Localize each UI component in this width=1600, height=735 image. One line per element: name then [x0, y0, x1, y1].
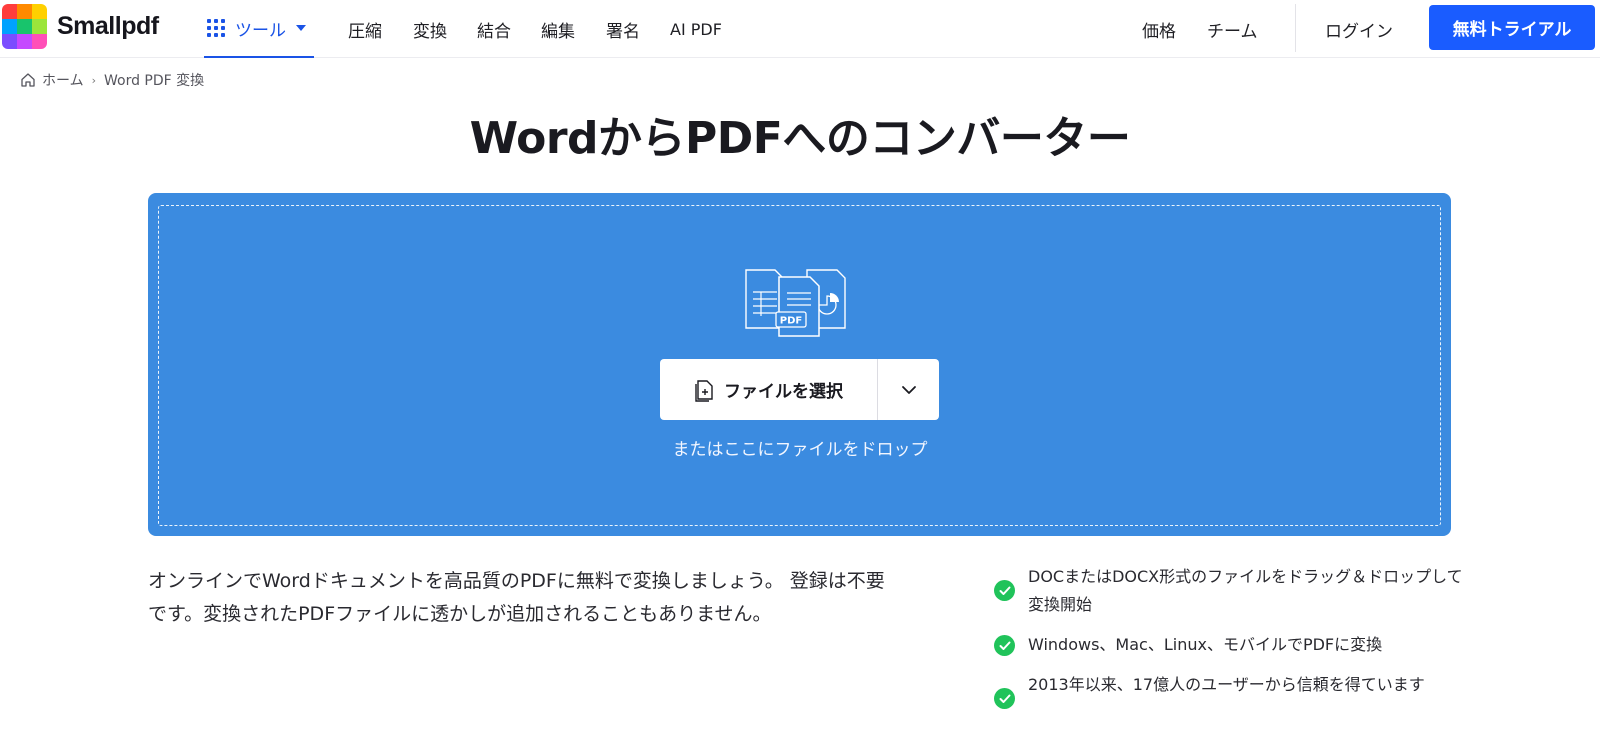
feature-text: 2013年以来、17億人のユーザーから信頼を得ています: [1028, 675, 1425, 694]
free-trial-button[interactable]: 無料トライアル: [1429, 5, 1595, 50]
chevron-down-icon: [901, 385, 916, 394]
nav-compress[interactable]: 圧縮: [348, 0, 382, 58]
feature-list: DOCまたはDOCX形式のファイルをドラッグ＆ドロップして変換開始 Window…: [994, 563, 1464, 721]
home-icon: [21, 73, 35, 87]
top-navigation: Smallpdf ツール 圧縮 変換 結合 編集 署名 AI PDF 価格 チー…: [0, 0, 1600, 58]
brand-name: Smallpdf: [57, 12, 159, 40]
file-add-icon: [695, 379, 713, 402]
feature-item: Windows、Mac、Linux、モバイルでPDFに変換: [994, 631, 1464, 659]
breadcrumb-home[interactable]: ホーム: [20, 70, 84, 90]
breadcrumb-current: Word PDF 変換: [104, 73, 205, 89]
chevron-down-icon: [296, 25, 306, 31]
smallpdf-logo[interactable]: Smallpdf: [2, 4, 159, 49]
nav-team[interactable]: チーム: [1207, 0, 1258, 58]
nav-ai-pdf[interactable]: AI PDF: [670, 0, 722, 58]
breadcrumb-home-label: ホーム: [42, 73, 84, 89]
grid-icon: [207, 19, 225, 37]
page-title: WordからPDFへのコンバーター: [469, 113, 1131, 164]
file-source-dropdown[interactable]: [878, 359, 939, 420]
login-link[interactable]: ログイン: [1325, 0, 1393, 58]
feature-item: DOCまたはDOCX形式のファイルをドラッグ＆ドロップして変換開始: [994, 563, 1464, 619]
pdf-badge-text: PDF: [780, 316, 802, 327]
tools-menu-button[interactable]: ツール: [204, 0, 314, 58]
choose-file-control: ファイルを選択: [660, 359, 939, 420]
smallpdf-logo-icon: [2, 4, 47, 49]
feature-item: 2013年以来、17億人のユーザーから信頼を得ています: [994, 671, 1464, 709]
check-circle-icon: [994, 688, 1015, 709]
choose-file-label: ファイルを選択: [724, 382, 843, 402]
file-dropzone[interactable]: PDF ファイルを選択: [148, 193, 1451, 536]
nav-pricing[interactable]: 価格: [1142, 0, 1176, 58]
breadcrumb: ホーム › Word PDF 変換: [20, 69, 204, 91]
nav-sign[interactable]: 署名: [606, 0, 640, 58]
feature-text: DOCまたはDOCX形式のファイルをドラッグ＆ドロップして変換開始: [1028, 567, 1463, 614]
drop-hint: またはここにファイルをドロップ: [672, 440, 928, 460]
tools-label: ツール: [235, 20, 286, 41]
check-circle-icon: [994, 635, 1015, 656]
nav-merge[interactable]: 結合: [477, 0, 511, 58]
choose-file-button[interactable]: ファイルを選択: [660, 359, 878, 420]
nav-divider: [1295, 4, 1296, 52]
chevron-right-icon: ›: [91, 73, 96, 87]
nav-convert[interactable]: 変換: [413, 0, 447, 58]
feature-text: Windows、Mac、Linux、モバイルでPDFに変換: [1028, 635, 1383, 654]
nav-edit[interactable]: 編集: [541, 0, 575, 58]
check-circle-icon: [994, 580, 1015, 601]
description-text: オンラインでWordドキュメントを高品質のPDFに無料で変換しましょう。 登録は…: [148, 570, 885, 625]
documents-icon: PDF: [745, 269, 846, 337]
